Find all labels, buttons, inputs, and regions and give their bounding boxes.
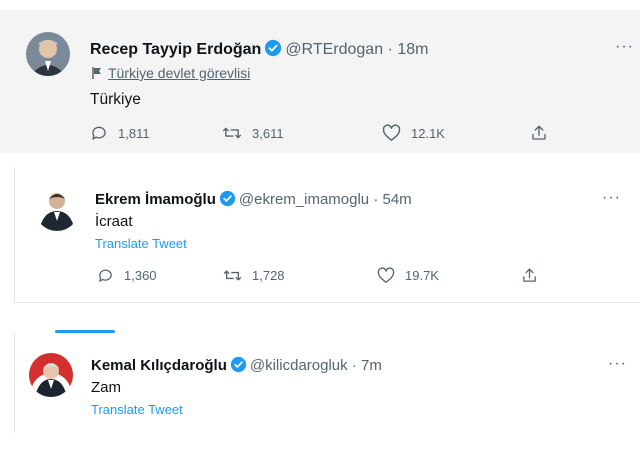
author-handle[interactable]: @ekrem_imamoglu <box>239 191 369 208</box>
timestamp[interactable]: 18m <box>397 41 428 58</box>
translate-tweet-link[interactable]: Translate Tweet <box>95 236 187 251</box>
more-options-button[interactable]: ··· <box>608 355 627 373</box>
government-label-link[interactable]: Türkiye devlet görevlisi <box>108 65 250 81</box>
reply-button[interactable]: 1,360 <box>97 267 157 284</box>
timestamp[interactable]: 7m <box>361 357 382 374</box>
retweet-icon <box>223 270 242 281</box>
verified-badge-icon <box>265 39 282 57</box>
avatar-image <box>29 353 73 397</box>
separator: · <box>387 41 393 58</box>
avatar-image <box>35 187 79 231</box>
retweet-count: 1,728 <box>252 268 285 283</box>
tweet-kilicdaroglu[interactable]: Kemal Kılıçdaroğlu @kilicdarogluk · 7m ··… <box>14 330 640 433</box>
heart-icon <box>382 124 401 141</box>
author-handle[interactable]: @RTErdogan <box>285 41 383 58</box>
tweet-header: Ekrem İmamoğlu @ekrem_imamoglu · 54m <box>95 190 412 210</box>
avatar-image <box>26 32 70 76</box>
separator: · <box>373 191 379 208</box>
share-button[interactable] <box>521 267 548 284</box>
share-button[interactable] <box>530 124 558 142</box>
like-count: 19.7K <box>405 268 439 283</box>
like-count: 12.1K <box>411 125 445 141</box>
retweet-icon <box>222 127 242 139</box>
separator: · <box>351 357 357 374</box>
retweet-button[interactable]: 1,728 <box>223 267 285 284</box>
like-button[interactable]: 19.7K <box>377 267 439 284</box>
tweet-actions: 1,360 1,728 19.7K <box>97 267 557 287</box>
author-name[interactable]: Recep Tayyip Erdoğan <box>90 41 261 58</box>
flag-icon <box>92 67 101 79</box>
tweet-actions: 1,811 3,611 12.1K <box>90 124 570 144</box>
reply-icon <box>92 126 106 140</box>
avatar[interactable] <box>29 353 73 397</box>
author-handle[interactable]: @kilicdarogluk <box>250 357 348 374</box>
retweet-count: 3,611 <box>252 125 284 141</box>
heart-icon <box>377 267 395 283</box>
tweet-text: İcraat <box>95 213 133 230</box>
avatar[interactable] <box>35 187 79 231</box>
translate-tweet-link[interactable]: Translate Tweet <box>91 402 183 417</box>
tweet-header: Recep Tayyip Erdoğan @RTErdogan · 18m <box>90 39 428 60</box>
share-icon <box>532 125 546 140</box>
author-name[interactable]: Ekrem İmamoğlu <box>95 191 216 208</box>
tweet-erdogan[interactable]: Recep Tayyip Erdoğan @RTErdogan · 18m ···… <box>0 10 640 153</box>
tweet-header: Kemal Kılıçdaroğlu @kilicdarogluk · 7m <box>91 356 382 376</box>
tweet-text: Zam <box>91 379 121 396</box>
verified-badge-icon <box>219 190 236 207</box>
tweet-text: Türkiye <box>90 91 141 108</box>
retweet-button[interactable]: 3,611 <box>222 124 284 142</box>
avatar[interactable] <box>26 32 70 76</box>
active-tab-indicator <box>55 330 115 333</box>
reply-button[interactable]: 1,811 <box>90 124 150 142</box>
verified-badge-icon <box>230 356 247 373</box>
more-options-button[interactable]: ··· <box>615 38 634 56</box>
reply-count: 1,811 <box>118 125 150 141</box>
share-icon <box>523 268 536 282</box>
like-button[interactable]: 12.1K <box>382 124 445 142</box>
tweet-imamoglu[interactable]: Ekrem İmamoğlu @ekrem_imamoglu · 54m ··· … <box>14 167 640 303</box>
reply-count: 1,360 <box>124 268 157 283</box>
author-name[interactable]: Kemal Kılıçdaroğlu <box>91 357 227 374</box>
government-label: Türkiye devlet görevlisi <box>92 65 250 81</box>
reply-icon <box>99 269 112 282</box>
timestamp[interactable]: 54m <box>383 191 412 208</box>
more-options-button[interactable]: ··· <box>602 189 621 207</box>
